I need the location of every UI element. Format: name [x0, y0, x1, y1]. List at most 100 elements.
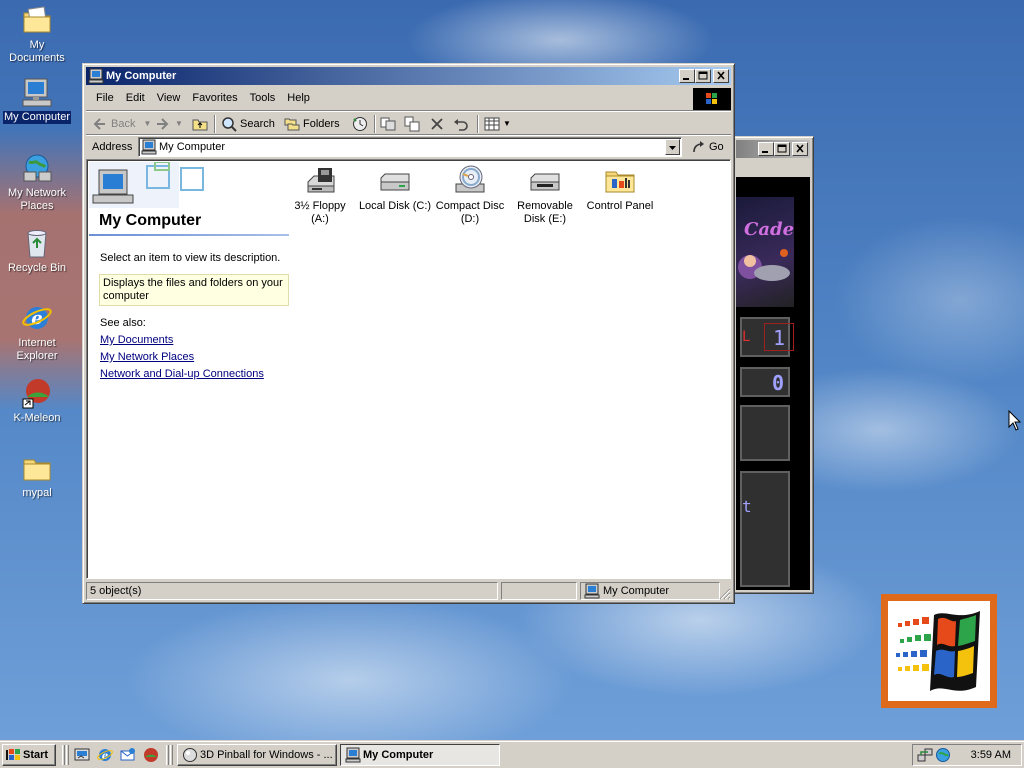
desktop-icon-my-network-places[interactable]: My Network Places: [0, 152, 74, 213]
toolbar-separator: [374, 115, 376, 133]
status-empty-cell: [501, 582, 577, 600]
desktop-icon-recycle-bin[interactable]: Recycle Bin: [0, 227, 74, 275]
score-value: 0: [771, 371, 784, 395]
undo-button[interactable]: [453, 115, 472, 133]
svg-text:Cadet: Cadet: [744, 219, 794, 240]
item-label-line2: (D:): [460, 213, 480, 225]
removable-disk-icon: [529, 164, 561, 196]
address-value: My Computer: [159, 141, 226, 153]
show-desktop-icon[interactable]: [74, 747, 90, 763]
close-icon: [717, 71, 725, 80]
close-button[interactable]: [792, 142, 808, 156]
delete-button[interactable]: [429, 115, 448, 133]
search-label: Search: [240, 118, 275, 130]
desktop-icon-label-line2: Places: [20, 200, 54, 212]
network-status-icon[interactable]: [917, 747, 933, 763]
close-button[interactable]: [713, 69, 729, 83]
item-label: Control Panel: [586, 200, 654, 212]
address-dropdown-button[interactable]: [665, 139, 680, 155]
folders-button[interactable]: Folders: [284, 115, 340, 133]
maximize-button[interactable]: [695, 69, 711, 83]
link-my-documents[interactable]: My Documents: [100, 334, 173, 346]
outlook-express-icon[interactable]: [120, 747, 136, 763]
link-my-network-places[interactable]: My Network Places: [100, 351, 194, 363]
taskbar: Start e 3D Pinball for Windows - ... My …: [0, 740, 1024, 768]
menu-tools[interactable]: Tools: [244, 88, 282, 108]
item-removable-disk-e[interactable]: Removable Disk (E:): [507, 160, 583, 226]
pinball-titlebar[interactable]: [736, 140, 810, 158]
folder-documents-icon: [21, 4, 53, 36]
menu-help[interactable]: Help: [281, 88, 316, 108]
item-control-panel[interactable]: Control Panel: [582, 160, 658, 213]
minimize-button[interactable]: [679, 69, 695, 83]
up-button[interactable]: [192, 115, 211, 133]
pane-hint-text: Select an item to view its description.: [100, 252, 281, 264]
desktop-icon-my-documents[interactable]: My Documents: [0, 4, 74, 65]
quicklaunch-grip[interactable]: [66, 745, 69, 765]
item-label-line2: Disk (E:): [523, 213, 567, 225]
history-button[interactable]: [352, 115, 371, 133]
folder-content-area[interactable]: My Computer Select an item to view its d…: [86, 159, 731, 579]
menu-file[interactable]: File: [86, 88, 120, 108]
cd-drive-icon: [454, 164, 486, 196]
copy-to-button[interactable]: [404, 115, 423, 133]
menu-favorites[interactable]: Favorites: [186, 88, 243, 108]
minimize-icon: [683, 78, 689, 80]
item-floppy-a[interactable]: 3½ Floppy (A:): [282, 160, 358, 226]
desktop-icon-label: My Network: [7, 187, 67, 199]
minimize-icon: [762, 151, 768, 153]
toolbar-separator: [477, 115, 479, 133]
clock[interactable]: 3:59 AM: [971, 745, 1011, 765]
pane-description: Displays the files and folders on your c…: [99, 274, 289, 306]
search-button[interactable]: Search: [221, 115, 275, 133]
back-button[interactable]: Back ▼: [92, 115, 151, 133]
web-view-info-pane: My Computer Select an item to view its d…: [89, 161, 289, 578]
internet-explorer-icon: e: [21, 302, 53, 334]
menu-edit[interactable]: Edit: [120, 88, 151, 108]
k-meleon-icon[interactable]: [143, 747, 159, 763]
start-button[interactable]: Start: [2, 744, 56, 766]
address-input[interactable]: My Computer: [138, 137, 682, 157]
pinball-window[interactable]: Cadet L 1 0 t: [732, 136, 814, 594]
item-compact-disc-d[interactable]: Compact Disc (D:): [432, 160, 508, 226]
pinball-game-area[interactable]: Cadet L 1 0 t: [736, 177, 810, 590]
chevron-down-icon: ▼: [175, 119, 183, 128]
toolbar-separator: [214, 115, 216, 133]
taskbar-separator: [62, 745, 65, 765]
internet-explorer-icon[interactable]: e: [97, 747, 113, 763]
resize-grip-icon[interactable]: [719, 588, 731, 600]
back-label: Back: [111, 118, 136, 130]
my-computer-window[interactable]: My Computer File Edit View Favorites Tools He…: [82, 63, 735, 604]
task-pinball[interactable]: 3D Pinball for Windows - ...: [177, 744, 337, 766]
desktop-icon-k-meleon[interactable]: K-Meleon: [0, 377, 74, 425]
space-cadet-artwork: Cadet: [736, 197, 803, 307]
views-button[interactable]: ▼: [484, 115, 511, 133]
desktop-icon-internet-explorer[interactable]: e Internet Explorer: [0, 302, 74, 363]
go-button[interactable]: Go: [691, 138, 724, 156]
menu-view[interactable]: View: [151, 88, 187, 108]
desktop-icon-mypal[interactable]: mypal: [0, 452, 74, 500]
menu-bar: File Edit View Favorites Tools Help: [86, 88, 731, 108]
network-places-icon: [21, 152, 53, 184]
link-network-dialup-connections[interactable]: Network and Dial-up Connections: [100, 368, 264, 380]
minimize-button[interactable]: [758, 142, 774, 156]
pane-title-underline: [89, 234, 289, 236]
chevron-down-icon: ▼: [143, 119, 152, 128]
forward-button[interactable]: ▼: [154, 115, 183, 133]
window-titlebar[interactable]: My Computer: [86, 67, 731, 85]
item-label: Local Disk (C:): [358, 200, 432, 212]
move-to-button[interactable]: [380, 115, 399, 133]
task-my-computer[interactable]: My Computer: [340, 744, 500, 766]
item-local-disk-c[interactable]: Local Disk (C:): [357, 160, 433, 213]
tasks-grip[interactable]: [170, 745, 173, 765]
globe-icon[interactable]: [935, 747, 951, 763]
window-title: My Computer: [106, 70, 177, 82]
maximize-button[interactable]: [774, 142, 790, 156]
desktop-icon-my-computer[interactable]: My Computer: [0, 76, 74, 124]
ball-number: 1: [764, 323, 794, 351]
copy-to-icon: [404, 116, 420, 132]
status-zone: My Computer: [580, 582, 720, 600]
desktop-icon-label-line2: Explorer: [16, 350, 58, 362]
item-label: Compact Disc: [435, 200, 505, 212]
views-grid-icon: [484, 116, 500, 132]
